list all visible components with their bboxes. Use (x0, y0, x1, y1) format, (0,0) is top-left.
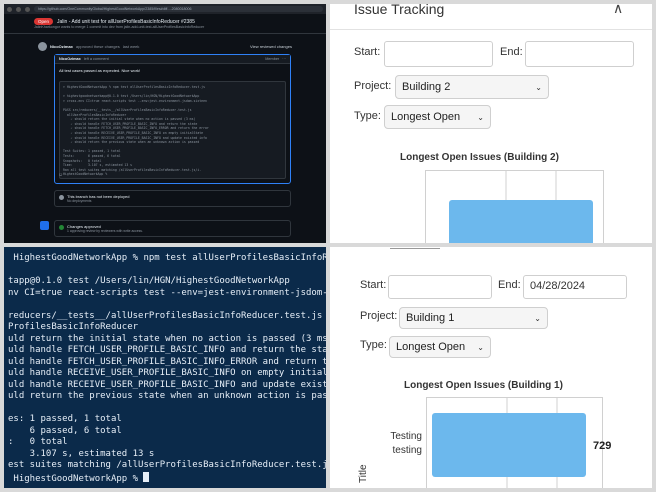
check-circle-icon (59, 225, 64, 230)
back-icon[interactable] (7, 6, 12, 12)
type-label: Type: (354, 110, 381, 122)
add-reaction-icon[interactable]: ☺ (58, 172, 63, 178)
cursor (143, 471, 150, 482)
comment-text: All test cases passed as expected. Nice … (59, 68, 141, 73)
project-select[interactable]: Building 1 ⌄ (399, 307, 548, 329)
chart-title: Longest Open Issues (Building 1) (404, 380, 563, 391)
type-select[interactable]: Longest Open ⌄ (384, 105, 491, 129)
comment-meta: left a comment (83, 57, 109, 61)
category-label: testing (393, 445, 422, 456)
pr-title: Jalin - Add unit test for allUserProfile… (57, 18, 195, 25)
start-label: Start: (360, 279, 387, 291)
review-comment: NicoOzimax left a comment Member ··· All… (54, 54, 291, 184)
terminal-line: HighestGoodNetworkApp % npm test allUser… (8, 253, 326, 263)
terminal-line: nv CI=true react-scripts test --env=jest… (8, 287, 326, 298)
code-line: HighestGoodNetworkApp % (63, 172, 108, 177)
issue-tracking-panel-bottom: Start: End: 04/28/2024 Project: Building… (330, 247, 652, 488)
project-select-value: Building 2 (402, 81, 451, 93)
type-select-value: Longest Open (396, 341, 466, 353)
divider (4, 33, 326, 34)
chart-bar (432, 413, 586, 477)
project-label: Project: (354, 80, 392, 92)
section-title: Issue Tracking (354, 4, 445, 17)
end-date-input[interactable]: 04/28/2024 (523, 275, 627, 299)
comment-header: NicoOzimax left a comment Member ··· (55, 55, 290, 64)
project-select[interactable]: Building 2 ⌄ (395, 75, 549, 99)
project-select-value: Building 1 (406, 312, 455, 324)
issue-tracking-panel-top: Issue Tracking ∧ Start: End: Project: Bu… (330, 4, 652, 243)
comment-author[interactable]: NicoOzimax (59, 57, 81, 61)
terminal-line: 3.107 s, estimated 13 s (8, 448, 155, 459)
forward-icon[interactable] (16, 6, 21, 12)
terminal-line: est suites matching /allUserProfilesBasi… (8, 460, 326, 470)
comment-role: Member (265, 57, 280, 61)
terminal-panel: HighestGoodNetworkApp % npm test allUser… (4, 247, 326, 488)
terminal-line: uld return the initial state when no act… (8, 333, 326, 344)
terminal-line: uld return the previous state when an un… (8, 391, 326, 401)
terminal-line: HighestGoodNetworkApp % (8, 471, 326, 486)
project-label: Project: (360, 310, 398, 322)
chart-bar (449, 200, 593, 243)
data-label: 729 (593, 440, 611, 452)
end-date-input[interactable] (525, 41, 634, 67)
type-select[interactable]: Longest Open ⌄ (389, 336, 491, 358)
terminal-output[interactable]: HighestGoodNetworkApp % npm test allUser… (8, 253, 326, 485)
terminal-line: uld handle RECEIVE_USER_PROFILE_BASIC_IN… (8, 368, 326, 378)
view-changes-link[interactable]: View reviewed changes (250, 44, 292, 49)
review-time[interactable]: last week (123, 44, 140, 49)
chevron-down-icon: ⌄ (534, 313, 541, 323)
divider (330, 29, 652, 30)
bar-chart-bottom: 729 Testing testing Title (358, 397, 611, 488)
browser-bar: https://github.com/OneCommunityGlobal/Hi… (4, 4, 326, 14)
divider (390, 247, 440, 249)
github-pr-panel: https://github.com/OneCommunityGlobal/Hi… (4, 4, 326, 243)
chevron-down-icon: ⌄ (477, 112, 484, 122)
approval-sub: 1 approving review by reviewers with wri… (67, 229, 143, 233)
start-date-input[interactable] (384, 41, 493, 67)
review-action: approved these changes (75, 44, 120, 49)
chevron-up-icon[interactable]: ∧ (613, 4, 623, 17)
bar-chart-top (425, 170, 604, 243)
pr-subtitle: JalinKharkongor wants to merge 1 commit … (34, 25, 205, 29)
terminal-line: uld handle FETCH_USER_PROFILE_BASIC_INFO… (8, 345, 326, 355)
reviewer-name[interactable]: NicoOzimax (50, 44, 73, 49)
address-bar[interactable]: https://github.com/OneCommunityGlobal/Hi… (34, 6, 323, 12)
end-label: End: (500, 46, 523, 58)
terminal-line: 6 passed, 6 total (8, 425, 122, 436)
terminal-line: tapp@0.1.0 test /Users/lin/HGN/HighestGo… (8, 276, 290, 286)
avatar[interactable] (38, 42, 47, 51)
end-label: End: (498, 279, 521, 291)
chevron-down-icon: ⌄ (477, 342, 484, 352)
merge-icon (40, 221, 49, 230)
terminal-line: reducers/__tests__/allUserProfilesBasicI… (8, 310, 323, 321)
terminal-line: ProfilesBasicInfoReducer (8, 322, 139, 332)
type-select-value: Longest Open (391, 111, 461, 123)
pr-title-row: Open Jalin - Add unit test for allUserPr… (34, 18, 195, 25)
start-date-input[interactable] (388, 275, 492, 299)
deploy-status: This branch has not been deployed No dep… (54, 190, 291, 207)
deploy-sub: No deployments (67, 199, 92, 203)
type-label: Type: (360, 339, 387, 351)
reload-icon[interactable] (25, 6, 30, 12)
code-block: > HighestGoodNetworkApp % npm test allUs… (59, 81, 286, 179)
approval-status: Changes approved 1 approving review by r… (54, 220, 291, 237)
chevron-down-icon: ⌄ (535, 82, 542, 92)
chart-title: Longest Open Issues (Building 2) (400, 152, 559, 163)
terminal-line: uld handle RECEIVE_USER_PROFILE_BASIC_IN… (8, 379, 326, 390)
y-axis-label: Title (358, 464, 369, 483)
rocket-icon (59, 195, 64, 200)
status-badge: Open (34, 18, 54, 25)
category-label: Testing (390, 431, 422, 442)
kebab-menu-icon[interactable]: ··· (282, 57, 286, 61)
start-label: Start: (354, 46, 381, 58)
terminal-line: uld handle FETCH_USER_PROFILE_BASIC_INFO… (8, 356, 326, 367)
review-line: NicoOzimax approved these changes last w… (38, 42, 139, 51)
terminal-line: es: 1 passed, 1 total (8, 414, 122, 424)
terminal-line: : 0 total (8, 437, 68, 447)
